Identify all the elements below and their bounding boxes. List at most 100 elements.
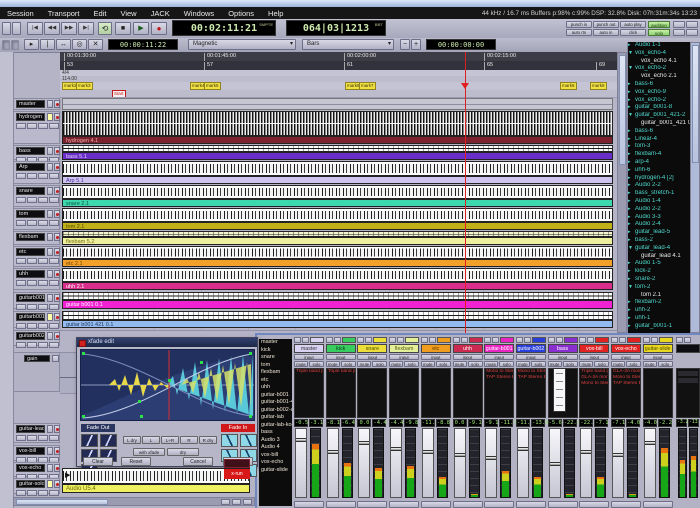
strip-gain-display[interactable]: -11.7 <box>516 419 530 427</box>
menu-transport[interactable]: Transport <box>41 9 87 18</box>
strip-mute-button[interactable]: mute <box>643 361 657 367</box>
region-list-item[interactable]: ▸guitar_lead-5 <box>628 229 691 237</box>
edit-tool-button[interactable]: ◎ <box>72 39 87 50</box>
strip-width-button[interactable] <box>429 337 436 343</box>
mixer-list-item[interactable]: guitar-slide <box>259 467 292 475</box>
track-mute-button[interactable] <box>16 435 26 441</box>
editor-vscrollbar-thumb[interactable] <box>619 55 626 165</box>
strip-input-button[interactable]: input <box>421 354 451 360</box>
region-list-item[interactable]: ▸uhh-1 <box>628 315 691 323</box>
strip-input-button[interactable]: input <box>579 354 609 360</box>
strip-hide-button[interactable] <box>326 337 333 343</box>
mixer-list-item[interactable]: guitar-b001-4 <box>259 399 292 407</box>
fade-in-preset-button[interactable] <box>240 434 257 447</box>
track-mute-button[interactable] <box>16 490 26 496</box>
track-header-uhh[interactable]: uhh <box>13 268 60 290</box>
strip-width-button[interactable] <box>302 337 309 343</box>
strip-width-button[interactable] <box>524 337 531 343</box>
strip-hide-button[interactable] <box>516 337 523 343</box>
edit-cursor-clock[interactable]: 00:00:11:22 <box>108 39 178 50</box>
strip-mute-button[interactable]: mute <box>548 361 562 367</box>
region-list-item[interactable]: ▸flexbam-2 <box>628 299 691 307</box>
automation-mode-button[interactable] <box>52 355 59 362</box>
audio-region-arp[interactable] <box>62 161 613 176</box>
strip-peak-display[interactable]: -13.6 <box>531 419 545 427</box>
track-edit-button[interactable] <box>47 113 53 121</box>
strip-peak-display[interactable]: -9.8 <box>404 419 418 427</box>
mini-fader-popup[interactable] <box>553 368 566 412</box>
automation-header-gain[interactable]: gain <box>13 352 60 392</box>
track-pan-button[interactable] <box>49 304 59 310</box>
mixer-list-item[interactable]: guitar-b002-a <box>259 407 292 415</box>
track-pan-button[interactable] <box>49 220 59 226</box>
region-list-item[interactable]: ▼guitar_b001_421-2 <box>628 112 691 120</box>
strip-width-button[interactable] <box>334 337 341 343</box>
strip-gain-display[interactable]: 0.0 <box>357 419 371 427</box>
region-list-item[interactable]: ▸bass_stretch-1 <box>628 190 691 198</box>
mixer-list-item[interactable]: uhh <box>259 384 292 392</box>
tree-closed-icon[interactable]: ▸ <box>628 198 635 206</box>
range-ruler[interactable]: Start <box>60 90 617 98</box>
mixer-list-item[interactable]: Audio 4 <box>259 444 292 452</box>
tree-closed-icon[interactable]: ▸ <box>628 143 635 151</box>
region-name-hydrogen[interactable]: hydrogen 4.1 <box>62 136 613 144</box>
track-mute-button[interactable] <box>16 280 26 286</box>
strip-hide-button[interactable] <box>484 337 491 343</box>
mixer-list-item[interactable]: vox-echo <box>259 459 292 467</box>
dialog-clear-button[interactable]: Clear <box>83 457 113 466</box>
track-edit-button[interactable] <box>47 187 53 195</box>
strip-group-chip[interactable] <box>469 337 483 343</box>
strip-processor-box[interactable] <box>643 368 673 418</box>
track-gain-button[interactable] <box>38 197 48 203</box>
record-enable-button[interactable] <box>54 248 60 256</box>
region-list-item[interactable]: ▸Audio 3-3 <box>628 214 691 222</box>
strip-group-chip[interactable] <box>310 337 324 343</box>
track-solo-button[interactable] <box>27 258 37 264</box>
track-header-hydrogen[interactable]: hydrogen <box>13 111 60 144</box>
strip-group-chip[interactable] <box>342 337 356 343</box>
mixer-list-item[interactable]: kick <box>259 347 292 355</box>
track-lane-etc[interactable]: etc 2.1 <box>60 246 617 270</box>
strip-width-button[interactable] <box>461 337 468 343</box>
strip-name-button[interactable]: snare <box>357 344 387 353</box>
strip-name-button[interactable]: uhh <box>453 344 483 353</box>
tree-closed-icon[interactable]: ▸ <box>628 268 635 276</box>
strip-mute-button[interactable]: mute <box>453 361 467 367</box>
fade-out-preset-button[interactable] <box>100 434 117 447</box>
strip-input-button[interactable]: input <box>548 354 578 360</box>
region-list-item[interactable]: ▸Linear-4 <box>628 136 691 144</box>
menu-windows[interactable]: Windows <box>177 9 221 18</box>
fader-handle[interactable] <box>296 438 306 442</box>
transport-nav-button[interactable]: ▶▶ <box>61 22 77 35</box>
track-mute-button[interactable] <box>16 258 26 264</box>
tree-closed-icon[interactable]: ▸ <box>628 97 635 105</box>
region-list-item[interactable]: ▸uhh-2 <box>628 307 691 315</box>
track-edit-button[interactable] <box>47 425 53 433</box>
strip-input-button[interactable]: input <box>389 354 419 360</box>
track-solo-button[interactable] <box>27 490 37 496</box>
toggle-auto-rtn[interactable]: auto rtn <box>566 29 592 36</box>
fader-handle[interactable] <box>455 453 465 457</box>
track-lane-snare[interactable]: snare 2.1 <box>60 185 617 210</box>
track-mute-button[interactable] <box>16 197 26 203</box>
fader-handle[interactable] <box>645 441 655 445</box>
hscroll-button[interactable] <box>232 499 241 505</box>
strip-gain-fader[interactable] <box>327 428 339 498</box>
strip-input-button[interactable]: input <box>357 354 387 360</box>
track-header-guitarb002[interactable]: guitarb002 <box>13 330 60 346</box>
track-name-button[interactable]: vox-echo <box>16 464 45 472</box>
tree-closed-icon[interactable]: ▸ <box>628 136 635 144</box>
secondary-clock[interactable]: 064|03|1213BBT <box>286 20 386 36</box>
record-enable-button[interactable] <box>54 163 60 171</box>
track-edit-button[interactable] <box>47 163 53 171</box>
region-list-item[interactable]: ▸snare-2 <box>628 276 691 284</box>
strip-output-button[interactable] <box>484 501 514 508</box>
edit-tool-button[interactable]: | <box>40 39 55 50</box>
strip-width-button[interactable] <box>365 337 372 343</box>
region-list-scrollbar-thumb[interactable] <box>692 45 699 163</box>
region-name-uhh[interactable]: uhh 2.1 <box>62 282 613 290</box>
playhead-cursor[interactable] <box>465 52 466 333</box>
strip-group-chip[interactable] <box>595 337 609 343</box>
strip-gain-display[interactable]: -4.0 <box>643 419 657 427</box>
strip-gain-fader[interactable] <box>644 428 656 498</box>
